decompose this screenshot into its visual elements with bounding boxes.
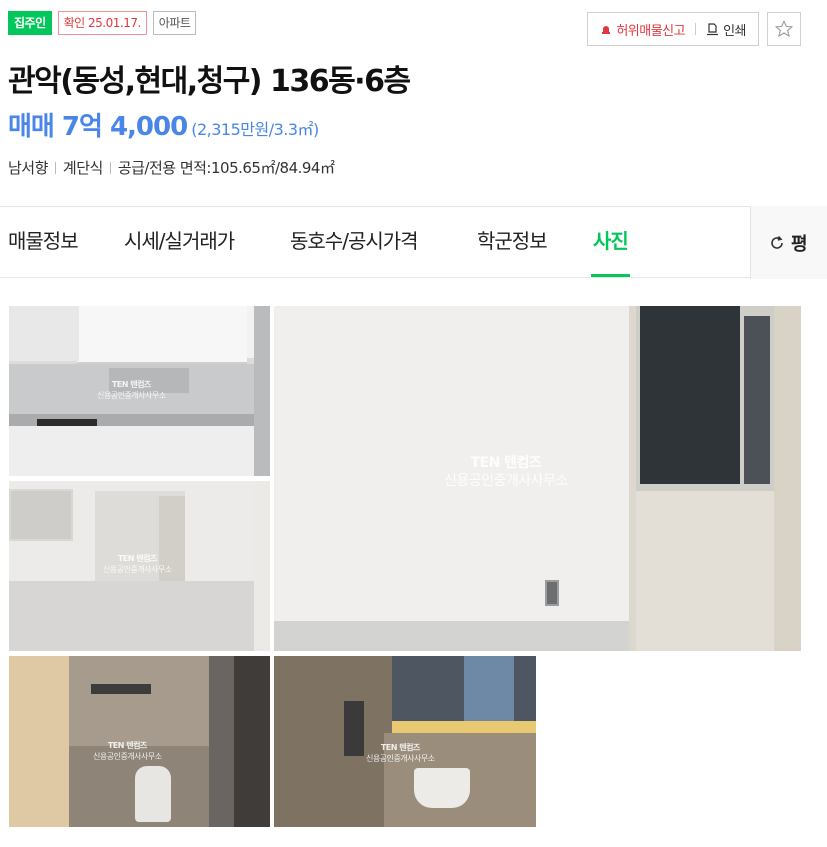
confirm-date-badge: 확인 25.01.17. — [57, 11, 147, 35]
watermark-brand: TEN 텐컴즈 — [117, 554, 157, 563]
watermark-office: 신용공인중개사사무소 — [97, 391, 166, 400]
print-label: 인쇄 — [723, 23, 746, 39]
owner-badge: 집주인 — [8, 11, 52, 35]
tab-unit-official-price[interactable]: 동호수/공시가격 — [290, 225, 419, 277]
watermark-brand: TEN 텐컴즈 — [111, 380, 151, 389]
print-icon — [707, 22, 719, 35]
spec-row: 남서향 계단식 공급/전용 면적:105.65㎡/84.94㎡ — [8, 157, 335, 178]
spec-divider — [109, 161, 111, 174]
watermark-office: 신용공인중개사사무소 — [103, 565, 172, 574]
price-per-pyeong: (2,315만원/3.3㎡) — [191, 120, 319, 139]
watermark-brand: TEN 텐컴즈 — [470, 455, 542, 471]
listing-title: 관악(동성,현대,청구) 136동·6층 — [8, 64, 411, 99]
watermark-office: 신용공인중개사사무소 — [444, 473, 568, 489]
pyeong-toggle-button[interactable]: 평 — [750, 206, 827, 279]
print-button[interactable]: 인쇄 — [706, 20, 746, 39]
tab-school-info[interactable]: 학군정보 — [477, 225, 548, 277]
favorite-button[interactable] — [767, 12, 801, 46]
tab-market-price[interactable]: 시세/실거래가 — [124, 225, 235, 277]
sale-price: 매매 7억 4,000 — [8, 112, 188, 142]
utility-bar: 허위매물신고 인쇄 — [587, 12, 801, 46]
star-icon — [775, 20, 793, 37]
watermark-brand: TEN 텐컴즈 — [380, 743, 420, 752]
photo-watermark: TEN 텐컴즈 신용공인중개사사무소 — [366, 742, 435, 764]
tab-photos[interactable]: 사진 — [591, 225, 630, 277]
tab-bar: 매물정보 시세/실거래가 동호수/공시가격 학군정보 사진 평 — [0, 206, 827, 279]
spec-direction: 남서향 — [8, 159, 48, 177]
photo-watermark: TEN 텐컴즈 신용공인중개사사무소 — [103, 553, 172, 575]
spec-area: 공급/전용 면적:105.65㎡/84.94㎡ — [117, 159, 335, 177]
photo-bathroom-1[interactable]: TEN 텐컴즈 신용공인중개사사무소 — [9, 656, 270, 827]
tab-listing-info[interactable]: 매물정보 — [8, 225, 79, 277]
photo-watermark: TEN 텐컴즈 신용공인중개사사무소 — [93, 740, 162, 762]
watermark-office: 신용공인중개사사무소 — [93, 752, 162, 761]
watermark-office: 신용공인중개사사무소 — [366, 754, 435, 763]
pyeong-label: 평 — [791, 233, 808, 255]
utility-divider — [695, 23, 697, 35]
photo-living-room[interactable]: TEN 텐컴즈 신용공인중개사사무소 — [9, 481, 270, 651]
photo-watermark: TEN 텐컴즈 신용공인중개사사무소 — [444, 454, 568, 490]
property-type-badge: 아파트 — [152, 11, 197, 35]
siren-icon — [602, 26, 611, 34]
photo-room-window[interactable]: TEN 텐컴즈 신용공인중개사사무소 — [274, 306, 801, 651]
spec-divider — [54, 161, 56, 174]
watermark-brand: TEN 텐컴즈 — [107, 741, 147, 750]
photo-bathroom-2[interactable]: TEN 텐컴즈 신용공인중개사사무소 — [274, 656, 536, 827]
photo-watermark: TEN 텐컴즈 신용공인중개사사무소 — [97, 379, 166, 401]
refresh-icon — [771, 235, 783, 249]
photo-kitchen[interactable]: TEN 텐컴즈 신용공인중개사사무소 — [9, 306, 270, 476]
report-button[interactable]: 허위매물신고 — [600, 20, 686, 39]
spec-structure: 계단식 — [62, 159, 103, 177]
utility-group: 허위매물신고 인쇄 — [587, 12, 759, 46]
badge-row: 집주인 확인 25.01.17. 아파트 — [8, 11, 197, 35]
price-row: 매매 7억 4,000 (2,315만원/3.3㎡) — [8, 106, 319, 143]
report-label: 허위매물신고 — [616, 23, 686, 39]
